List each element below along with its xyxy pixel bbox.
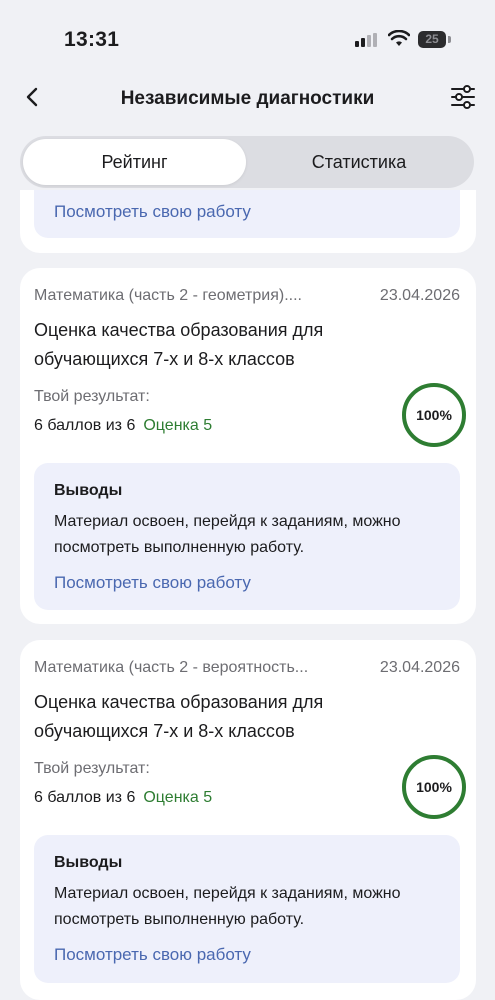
conclusions-text: Материал освоен, перейдя к заданиям, мож… [54, 885, 401, 928]
battery-level: 25 [425, 32, 439, 46]
result-label: Твой результат: [34, 388, 150, 405]
result-label: Твой результат: [34, 760, 150, 777]
battery-tip [448, 36, 451, 43]
sliders-icon[interactable] [450, 85, 476, 109]
page-title: Независимые диагностики [120, 88, 375, 109]
tab-rating[interactable]: Рейтинг [23, 139, 246, 185]
score-text: 6 баллов из 6 [34, 417, 136, 434]
wifi-icon [388, 30, 410, 46]
result-card[interactable]: Математика (часть 2 - геометрия).... 23.… [20, 268, 476, 624]
result-line: 6 баллов из 6 Оценка 5 [34, 789, 212, 807]
nav-header: Независимые диагностики [0, 80, 495, 120]
conclusions-text: Материал освоен, перейдя к заданиям, мож… [54, 513, 401, 556]
status-bar: 13:31 25 [0, 0, 495, 80]
test-title: Оценка качества образования для обучающи… [34, 692, 324, 741]
percent-ring: 100% [402, 383, 466, 447]
test-date: 23.04.2026 [379, 659, 460, 676]
subject-label: Математика (часть 2 - вероятность... [34, 659, 309, 676]
signal-icon [355, 33, 377, 47]
conclusions-title: Выводы [54, 854, 123, 871]
conclusions-box: Выводы Материал освоен, перейдя к задани… [34, 463, 460, 610]
test-date: 23.04.2026 [379, 287, 460, 304]
grade-text: Оценка 5 [143, 789, 213, 806]
status-time: 13:31 [64, 28, 120, 51]
battery-icon: 25 [418, 31, 446, 48]
tab-statistics[interactable]: Статистика [248, 139, 470, 185]
result-card-previous: Посмотреть свою работу [20, 190, 476, 253]
view-work-link[interactable]: Посмотреть свою работу [54, 945, 251, 965]
conclusions-title: Выводы [54, 482, 123, 499]
grade-text: Оценка 5 [143, 417, 213, 434]
view-work-link[interactable]: Посмотреть свою работу [54, 573, 251, 593]
result-line: 6 баллов из 6 Оценка 5 [34, 417, 212, 435]
view-work-link[interactable]: Посмотреть свою работу [54, 202, 251, 222]
segmented-control: Рейтинг Статистика [20, 136, 474, 188]
conclusions-box: Посмотреть свою работу [34, 190, 460, 238]
result-card[interactable]: Математика (часть 2 - вероятность... 23.… [20, 640, 476, 1000]
score-text: 6 баллов из 6 [34, 789, 136, 806]
subject-label: Математика (часть 2 - геометрия).... [34, 287, 302, 304]
test-title: Оценка качества образования для обучающи… [34, 320, 324, 369]
conclusions-box: Выводы Материал освоен, перейдя к задани… [34, 835, 460, 983]
percent-ring: 100% [402, 755, 466, 819]
